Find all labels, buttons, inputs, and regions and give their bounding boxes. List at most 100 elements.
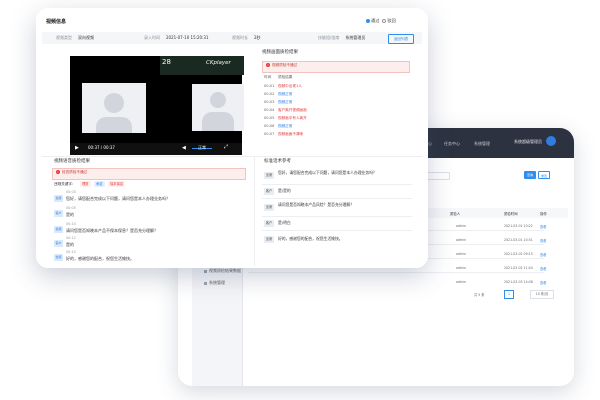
table-cell-time: 2021-03-01 10:31 bbox=[504, 238, 533, 242]
message-time: 00:05 bbox=[66, 206, 76, 210]
video-overlay-bar bbox=[160, 56, 244, 75]
view-link[interactable]: 查看 bbox=[540, 280, 546, 285]
person-icon bbox=[210, 92, 226, 108]
alert-text: ! 视频质检不通过 bbox=[266, 63, 298, 67]
role-badge: 客户 bbox=[264, 188, 274, 195]
message-time: 00:03 bbox=[66, 190, 76, 194]
table-cell-user: admin bbox=[456, 224, 466, 228]
info-record-time: 录入时间 2021-07-10 15:20:31 bbox=[144, 35, 209, 40]
section-divider bbox=[42, 156, 422, 157]
col-header-user: 质检人 bbox=[450, 212, 461, 216]
pagination-total: 共 5 条 bbox=[474, 293, 485, 297]
table-cell-time: 2021-03-01 10:22 bbox=[504, 224, 533, 228]
info-duration: 视频时长 2秒 bbox=[232, 35, 261, 40]
result-row: 00:07 视频画面不清晰 bbox=[264, 132, 304, 136]
result-row: 00:03 视频正常 bbox=[264, 100, 293, 104]
nav-item-system[interactable]: 系统管理 bbox=[474, 141, 490, 147]
alert-text: ! 检查质检不通过 bbox=[56, 170, 88, 174]
voice-result-title: 视频语音质检结果 bbox=[54, 159, 90, 164]
sidebar-item-system[interactable]: 系统管理 bbox=[204, 280, 225, 286]
row-divider bbox=[262, 230, 412, 231]
person-body-icon bbox=[202, 112, 234, 131]
view-link[interactable]: 查看 bbox=[540, 266, 546, 271]
picture-result-title: 视频画面质检结果 bbox=[262, 50, 298, 55]
message-text: 是的 bbox=[66, 212, 74, 217]
back-to-list-button[interactable]: 返回列表 bbox=[388, 34, 414, 44]
row-divider bbox=[262, 184, 412, 185]
result-row: 00:05 视频画中有人离开 bbox=[264, 116, 307, 120]
person-icon bbox=[104, 93, 124, 113]
view-link[interactable]: 查看 bbox=[540, 238, 546, 243]
menu-icon bbox=[204, 269, 207, 273]
role-badge: 坐席 bbox=[54, 195, 63, 202]
play-icon[interactable]: ▶ bbox=[75, 145, 79, 151]
page-size-select[interactable]: 10 条/页 bbox=[530, 290, 554, 299]
row-divider bbox=[248, 272, 544, 273]
table-cell-user: admin bbox=[456, 252, 466, 256]
result-row: 00:06 视频正常 bbox=[264, 124, 293, 128]
result-table-head: 时间 质检结果 bbox=[264, 75, 293, 79]
message-text: 您好，请您配合完成以下问题，请问您是本人办理业务吗？ bbox=[66, 196, 170, 201]
role-badge: 坐席 bbox=[264, 172, 274, 179]
window-title: 视频信息 bbox=[46, 19, 67, 25]
fullscreen-icon[interactable]: ⤢ bbox=[224, 144, 228, 150]
result-row: 00:02 视频正常 bbox=[264, 92, 293, 96]
reset-button[interactable]: 重置 bbox=[538, 171, 550, 179]
role-badge: 坐席 bbox=[264, 236, 274, 243]
table-cell-user: admin bbox=[456, 238, 466, 242]
volume-icon[interactable]: ◀ bbox=[182, 145, 186, 151]
message-time: 00:10 bbox=[66, 222, 76, 226]
script-text: 是/是的 bbox=[278, 188, 291, 193]
script-title: 标准话术参考 bbox=[264, 159, 291, 164]
message-time: 00:15 bbox=[66, 250, 76, 254]
review-radio-group[interactable]: 通过 驳回 bbox=[366, 18, 396, 24]
role-badge: 坐席 bbox=[54, 254, 63, 261]
radio-unchecked-icon[interactable] bbox=[382, 19, 387, 23]
role-badge: 客户 bbox=[54, 240, 63, 247]
video-tile-customer bbox=[192, 84, 244, 131]
script-text: 您好，请您配合完成以下问题，请问您是本人办理业务吗？ bbox=[278, 170, 377, 175]
error-icon: ! bbox=[56, 170, 60, 174]
info-video-type: 视频类型 双向视频 bbox=[56, 35, 94, 40]
col-header-time: 质检时间 bbox=[504, 212, 518, 216]
keyword-tag: 保本保息 bbox=[108, 180, 126, 187]
col-header-action: 操作 bbox=[540, 212, 547, 216]
result-row: 00:01 视频中出现1人 bbox=[264, 84, 302, 88]
script-text: 是/明白 bbox=[278, 220, 291, 225]
table-cell-time: 2021-03-03 14:08 bbox=[504, 280, 533, 284]
message-text: 请问您是否知晓本产品不保本保息？是否充分理解？ bbox=[66, 228, 158, 233]
message-text: 是的 bbox=[66, 242, 74, 247]
search-button[interactable]: 查询 bbox=[524, 171, 536, 179]
table-cell-time: 2021-03-02 11:40 bbox=[504, 266, 533, 270]
avatar[interactable] bbox=[546, 136, 556, 146]
player-brand: CKplayer bbox=[206, 60, 231, 66]
message-text: 好的，感谢您的配合，祝您生活愉快。 bbox=[66, 256, 134, 261]
script-text: 好的，感谢您的配合，祝您生活愉快。 bbox=[278, 236, 343, 241]
video-counter: 28 bbox=[162, 58, 171, 66]
role-badge: 客户 bbox=[264, 220, 274, 227]
error-icon: ! bbox=[266, 63, 270, 67]
menu-icon bbox=[204, 281, 207, 285]
keyword-tag: 承诺 bbox=[94, 180, 105, 187]
role-badge: 客户 bbox=[54, 210, 63, 217]
pagination-page[interactable]: 1 bbox=[504, 290, 514, 299]
sidebar-item-video-results[interactable]: 视频质检结果数据 bbox=[204, 268, 241, 274]
script-text: 请问您是否知晓本产品风险？是否充分理解？ bbox=[278, 202, 354, 207]
view-link[interactable]: 查看 bbox=[540, 252, 546, 257]
user-name[interactable]: 系统超级管理员 bbox=[514, 139, 542, 145]
table-cell-user: admin bbox=[456, 266, 466, 270]
role-badge: 坐席 bbox=[54, 226, 63, 233]
result-row: 00:04 客户离开视频画面 bbox=[264, 108, 307, 112]
info-agent: 技能组/坐席 系统管理员 bbox=[318, 35, 366, 40]
radio-checked-icon[interactable] bbox=[366, 19, 370, 23]
message-time: 00:12 bbox=[66, 236, 76, 240]
column-divider bbox=[254, 156, 255, 266]
table-cell-user: admin bbox=[456, 280, 466, 284]
video-tile-agent bbox=[82, 83, 146, 133]
player-time: 00:37 / 00:37 bbox=[88, 145, 115, 150]
nav-item-task[interactable]: 任务中心 bbox=[444, 141, 460, 147]
row-divider bbox=[262, 216, 412, 217]
quality-selector[interactable]: 正常 bbox=[198, 145, 206, 151]
role-badge: 坐席 bbox=[264, 204, 274, 211]
view-link[interactable]: 查看 bbox=[540, 224, 546, 229]
